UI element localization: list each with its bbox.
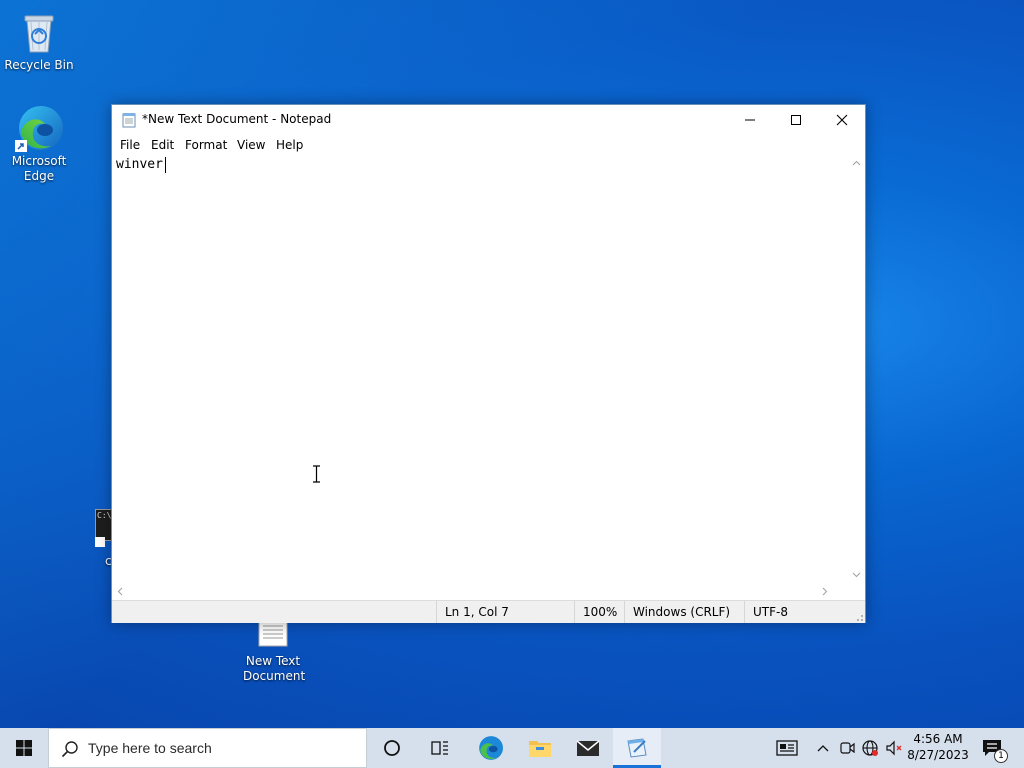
desktop-icon-recycle-bin[interactable]: Recycle Bin (1, 8, 77, 73)
vertical-scrollbar[interactable] (848, 155, 865, 583)
close-button[interactable] (819, 105, 865, 135)
editor-content: winver (116, 157, 163, 172)
taskbar-search-box[interactable]: Type here to search (48, 728, 367, 768)
menu-edit[interactable]: Edit (151, 138, 174, 152)
volume-button[interactable] (883, 728, 905, 768)
minimize-icon (745, 119, 755, 121)
notepad-icon (121, 112, 137, 128)
menu-bar: File Edit Format View Help (112, 135, 865, 155)
scroll-down-icon[interactable] (852, 572, 861, 578)
network-icon (862, 740, 878, 756)
shortcut-arrow-icon (15, 140, 27, 152)
status-bar: Ln 1, Col 7 100% Windows (CRLF) UTF-8 (112, 600, 865, 623)
menu-view[interactable]: View (237, 138, 265, 152)
chevron-up-icon (817, 745, 829, 752)
network-button[interactable] (859, 728, 881, 768)
task-view-button[interactable] (416, 728, 464, 768)
meet-now-icon (840, 742, 855, 754)
cortana-icon (384, 740, 400, 756)
minimize-button[interactable] (727, 105, 773, 135)
cortana-button[interactable] (368, 728, 416, 768)
meet-now-button[interactable] (836, 728, 858, 768)
mail-icon (576, 740, 600, 756)
scroll-corner (848, 583, 865, 600)
desktop-icon-label: New Text Document (243, 654, 306, 683)
scroll-right-icon[interactable] (822, 587, 828, 596)
scroll-left-icon[interactable] (117, 587, 123, 596)
menu-format[interactable]: Format (185, 138, 227, 152)
status-zoom: 100% (574, 601, 624, 623)
recycle-bin-icon (15, 8, 63, 56)
shortcut-arrow-icon (95, 537, 105, 547)
status-cursor-position: Ln 1, Col 7 (436, 601, 574, 623)
title-bar[interactable]: *New Text Document - Notepad (112, 105, 865, 135)
file-explorer-icon (529, 741, 551, 757)
edge-icon (479, 736, 503, 760)
volume-muted-icon (886, 740, 902, 756)
notepad-icon (627, 738, 647, 758)
taskbar-clock[interactable]: 4:56 AM 8/27/2023 (906, 731, 970, 763)
news-button[interactable] (772, 728, 802, 768)
resize-grip-icon[interactable] (854, 612, 864, 622)
text-caret (165, 157, 166, 173)
status-encoding: UTF-8 (744, 601, 865, 623)
clock-date: 8/27/2023 (907, 748, 969, 762)
show-hidden-icons-button[interactable] (812, 728, 834, 768)
start-button[interactable] (0, 728, 48, 768)
desktop-icon-label: Microsoft Edge (11, 154, 67, 183)
taskbar-notepad-button[interactable] (613, 728, 661, 768)
taskbar-mail-button[interactable] (564, 728, 612, 768)
search-placeholder: Type here to search (88, 740, 212, 756)
windows-logo-icon (16, 740, 32, 756)
status-line-ending: Windows (CRLF) (624, 601, 744, 623)
close-icon (836, 114, 848, 126)
maximize-icon (791, 115, 801, 125)
news-icon (776, 740, 798, 756)
search-icon (61, 741, 78, 758)
desktop-icon-label: Recycle Bin (4, 58, 74, 72)
horizontal-scrollbar[interactable] (112, 583, 848, 600)
maximize-button[interactable] (773, 105, 819, 135)
menu-file[interactable]: File (120, 138, 140, 152)
clock-time: 4:56 AM (913, 732, 963, 746)
task-view-icon (431, 741, 448, 755)
notification-badge: 1 (994, 749, 1008, 763)
desktop-icon-edge[interactable]: Microsoft Edge (1, 104, 77, 184)
taskbar-edge-button[interactable] (466, 728, 514, 768)
menu-help[interactable]: Help (276, 138, 303, 152)
scroll-up-icon[interactable] (852, 160, 861, 166)
text-editor[interactable]: winver (112, 155, 848, 583)
edge-icon (15, 104, 63, 152)
taskbar: Type here to search 4:56 AM 8/27/2023 1 (0, 728, 1024, 768)
window-title: *New Text Document - Notepad (142, 112, 332, 126)
notification-center-button[interactable]: 1 (976, 728, 1008, 768)
mouse-ibeam-cursor-icon (313, 465, 320, 483)
taskbar-file-explorer-button[interactable] (516, 728, 564, 768)
notepad-window[interactable]: *New Text Document - Notepad File Edit F… (111, 104, 866, 623)
desktop: Recycle Bin Microsoft Edge C:\ c New Tex… (0, 0, 1024, 728)
